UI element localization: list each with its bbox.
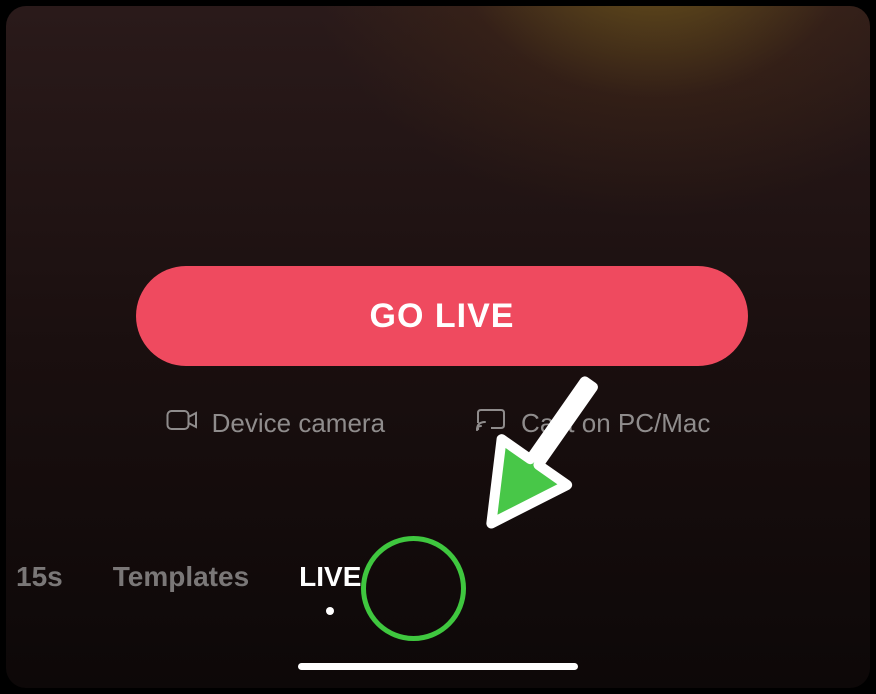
go-live-button[interactable]: GO LIVE <box>136 266 748 366</box>
device-camera-label: Device camera <box>212 408 385 439</box>
annotation-arrow <box>436 351 636 566</box>
active-tab-indicator <box>326 607 334 615</box>
tab-15s[interactable]: 15s <box>16 561 63 593</box>
annotation-circle <box>361 536 466 641</box>
camera-icon <box>166 406 198 441</box>
cast-pc-mac-option[interactable]: Cast on PC/Mac <box>475 406 710 441</box>
camera-viewport: GO LIVE Device camera Cast on PC/Mac <box>6 6 870 688</box>
mode-tab-row: 15s Templates LIVE <box>16 561 361 593</box>
tab-live[interactable]: LIVE <box>299 561 361 593</box>
cast-pc-mac-label: Cast on PC/Mac <box>521 408 710 439</box>
tab-15s-label: 15s <box>16 561 63 592</box>
device-camera-option[interactable]: Device camera <box>166 406 385 441</box>
source-row: Device camera Cast on PC/Mac <box>6 406 870 441</box>
go-live-label: GO LIVE <box>370 297 515 335</box>
tab-live-label: LIVE <box>299 561 361 592</box>
tab-templates-label: Templates <box>113 561 249 592</box>
cast-icon <box>475 406 507 441</box>
tab-templates[interactable]: Templates <box>113 561 249 593</box>
home-indicator[interactable] <box>298 663 578 670</box>
